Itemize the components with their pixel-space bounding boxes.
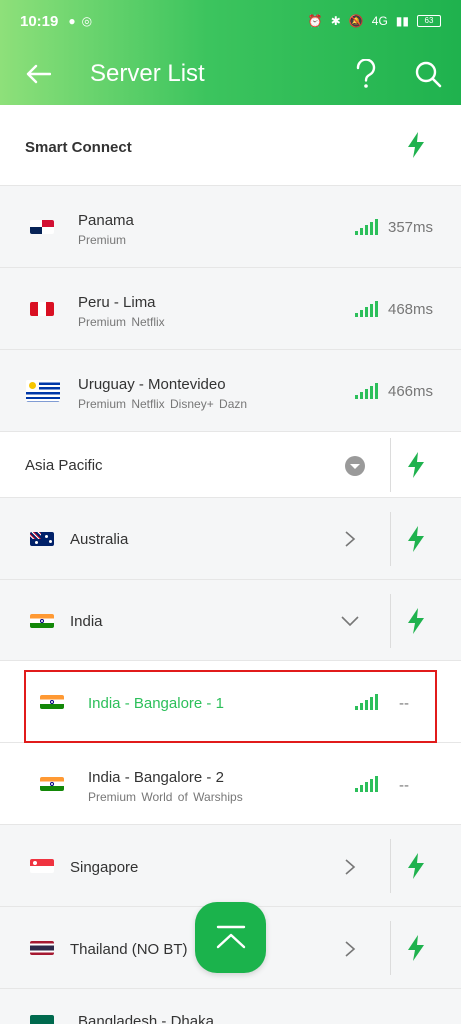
server-tags: Premium World of Warships bbox=[88, 790, 243, 804]
divider bbox=[390, 921, 391, 975]
chevron-up-icon bbox=[216, 925, 245, 948]
server-tags: Premium Netflix bbox=[78, 315, 165, 329]
signal-strength-icon bbox=[355, 694, 378, 710]
lightning-icon[interactable] bbox=[406, 935, 426, 961]
help-button[interactable] bbox=[349, 57, 383, 91]
uruguay-flag-icon bbox=[26, 380, 60, 402]
bangladesh-flag-icon bbox=[30, 1015, 54, 1024]
lightning-icon[interactable] bbox=[406, 853, 426, 879]
server-name: Peru - Lima bbox=[78, 294, 156, 311]
mute-icon: 🔕 bbox=[348, 14, 364, 28]
india-flag-icon bbox=[40, 695, 64, 709]
divider bbox=[390, 839, 391, 893]
server-name: Panama bbox=[78, 212, 134, 229]
divider bbox=[390, 594, 391, 648]
india-flag-icon bbox=[40, 777, 64, 791]
chevron-right-icon bbox=[345, 859, 356, 875]
country-name: India bbox=[70, 613, 103, 630]
collapse-toggle-icon[interactable] bbox=[344, 455, 366, 477]
spotify-icon: ● bbox=[68, 14, 76, 28]
country-name: Bangladesh - Dhaka bbox=[78, 1013, 214, 1024]
smart-connect-row[interactable]: Smart Connect bbox=[0, 105, 461, 186]
status-time: 10:19 bbox=[20, 12, 59, 30]
lightning-icon[interactable] bbox=[406, 608, 426, 634]
latency: -- bbox=[399, 777, 409, 794]
signal-icon: ▮▮ bbox=[395, 14, 409, 28]
alarm-icon: ⏰ bbox=[307, 14, 323, 28]
lightning-icon[interactable] bbox=[406, 132, 426, 158]
divider bbox=[390, 438, 391, 492]
region-label: Asia Pacific bbox=[25, 457, 103, 474]
australia-flag-icon bbox=[30, 532, 54, 546]
server-name: India - Bangalore - 2 bbox=[88, 769, 224, 786]
latency: 466ms bbox=[388, 383, 434, 400]
signal-strength-icon bbox=[355, 383, 378, 399]
server-row-peru[interactable]: Peru - Lima Premium Netflix 468ms bbox=[0, 268, 461, 350]
signal-strength-icon bbox=[355, 219, 378, 235]
status-left-icons: ● ◎ bbox=[68, 14, 92, 28]
status-bar: 10:19 ● ◎ ⏰ ✱ 🔕 4G ▮▮ 63 bbox=[0, 0, 461, 42]
signal-strength-icon bbox=[355, 776, 378, 792]
peru-flag-icon bbox=[30, 302, 54, 316]
lightning-icon[interactable] bbox=[406, 452, 426, 478]
latency: 468ms bbox=[388, 301, 434, 318]
chevron-right-icon bbox=[345, 941, 356, 957]
country-row-australia[interactable]: Australia bbox=[0, 498, 461, 580]
network-label: 4G bbox=[371, 14, 388, 28]
page-title: Server List bbox=[90, 59, 205, 87]
arrow-left-icon bbox=[26, 64, 51, 83]
smart-connect-label: Smart Connect bbox=[25, 139, 132, 156]
search-button[interactable] bbox=[411, 57, 445, 91]
server-row-india-bangalore-1[interactable]: India - Bangalore - 1 -- bbox=[0, 661, 461, 743]
server-tags: Premium Netflix Disney+ Dazn bbox=[78, 397, 248, 411]
server-row-uruguay[interactable]: Uruguay - Montevideo Premium Netflix Dis… bbox=[0, 350, 461, 432]
search-icon bbox=[415, 61, 442, 87]
back-button[interactable] bbox=[18, 54, 58, 94]
chevron-right-icon bbox=[345, 531, 356, 547]
server-row-panama[interactable]: Panama Premium 357ms bbox=[0, 186, 461, 268]
server-tags: Premium bbox=[78, 233, 127, 247]
toolbar: Server List bbox=[0, 42, 461, 105]
server-name: India - Bangalore - 1 bbox=[88, 695, 224, 712]
country-name: Thailand (NO BT) bbox=[70, 941, 188, 958]
server-name: Uruguay - Montevideo bbox=[78, 376, 226, 393]
country-row-singapore[interactable]: Singapore bbox=[0, 825, 461, 907]
singapore-flag-icon bbox=[30, 859, 54, 873]
country-row-bangladesh[interactable]: Bangladesh - Dhaka bbox=[0, 989, 461, 1024]
region-header-asia-pacific[interactable]: Asia Pacific bbox=[0, 432, 461, 498]
lightning-icon[interactable] bbox=[406, 526, 426, 552]
country-row-india[interactable]: India bbox=[0, 580, 461, 661]
thailand-flag-icon bbox=[30, 941, 54, 955]
signal-strength-icon bbox=[355, 301, 378, 317]
chevron-down-icon bbox=[341, 616, 359, 627]
divider bbox=[390, 512, 391, 566]
country-name: Australia bbox=[70, 531, 129, 548]
question-icon bbox=[356, 58, 376, 88]
status-right-icons: ⏰ ✱ 🔕 4G ▮▮ 63 bbox=[308, 14, 441, 28]
server-row-india-bangalore-2[interactable]: India - Bangalore - 2 Premium World of W… bbox=[0, 743, 461, 825]
latency: -- bbox=[399, 695, 409, 712]
country-name: Singapore bbox=[70, 859, 139, 876]
scroll-to-top-button[interactable] bbox=[195, 902, 266, 973]
latency: 357ms bbox=[388, 219, 434, 236]
panama-flag-icon bbox=[30, 220, 54, 234]
india-flag-icon bbox=[30, 614, 54, 628]
battery-icon: 63 bbox=[417, 15, 441, 27]
hotspot-icon: ◎ bbox=[81, 14, 93, 28]
bluetooth-icon: ✱ bbox=[330, 14, 341, 28]
app-header: 10:19 ● ◎ ⏰ ✱ 🔕 4G ▮▮ 63 Server List bbox=[0, 0, 461, 105]
